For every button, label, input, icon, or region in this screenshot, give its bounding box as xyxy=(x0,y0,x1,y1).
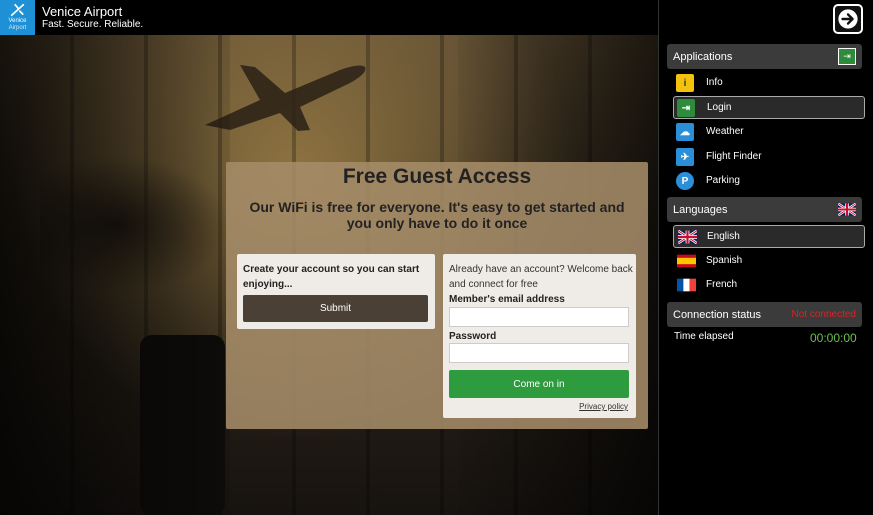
email-field[interactable] xyxy=(449,307,629,327)
brand-tagline: Fast. Secure. Reliable. xyxy=(42,19,144,30)
come-on-in-button[interactable]: Come on in xyxy=(449,370,629,398)
logo-text-airport: Airport xyxy=(8,25,27,31)
applications-header: Applications ⇥ xyxy=(667,44,862,69)
uk-flag-icon xyxy=(838,203,856,216)
language-label: Spanish xyxy=(706,255,743,266)
language-label: French xyxy=(706,279,738,290)
languages-header: Languages xyxy=(667,197,862,222)
arrow-right-icon xyxy=(838,9,858,29)
sidebar-item-flight-finder[interactable]: ✈ Flight Finder xyxy=(673,146,865,169)
connection-status-header: Connection status Not connected xyxy=(667,302,862,327)
plane-icon: ✈ xyxy=(676,148,694,166)
sidebar-item-parking[interactable]: P Parking xyxy=(673,170,865,193)
plane-icon xyxy=(10,3,25,17)
languages-label: Languages xyxy=(673,204,728,216)
email-label: Member's email address xyxy=(449,294,565,305)
sidebar-item-info[interactable]: i Info xyxy=(673,72,865,95)
brand-title: Venice Airport xyxy=(42,4,123,19)
create-account-text: Create your account so you can start enj… xyxy=(243,264,420,290)
next-arrow-button[interactable] xyxy=(833,4,863,34)
already-account-text: Already have an account? Welcome back an… xyxy=(449,264,633,290)
privacy-policy-link[interactable]: Privacy policy xyxy=(579,402,628,411)
page-subtitle: Our WiFi is free for everyone. It's easy… xyxy=(249,199,625,231)
create-account-card: Create your account so you can start enj… xyxy=(237,254,435,329)
submit-button[interactable]: Submit xyxy=(243,295,428,322)
language-spanish[interactable]: Spanish xyxy=(673,250,865,273)
sidebar: Applications ⇥ i Info ⇥ Login ☁ Weather … xyxy=(658,0,873,515)
language-english[interactable]: English xyxy=(673,225,865,248)
language-label: English xyxy=(707,231,740,242)
sidebar-item-label: Login xyxy=(707,102,732,113)
sidebar-item-label: Info xyxy=(706,77,723,88)
airport-logo: Venice Airport xyxy=(0,0,35,35)
info-icon: i xyxy=(676,74,694,92)
top-header: Venice Airport Venice Airport Fast. Secu… xyxy=(0,0,658,35)
language-french[interactable]: French xyxy=(673,274,865,297)
member-login-card: Already have an account? Welcome back an… xyxy=(443,254,636,418)
sidebar-item-label: Weather xyxy=(706,126,744,137)
spain-flag-icon xyxy=(677,254,696,268)
logo-text-venice: Venice xyxy=(8,18,27,24)
applications-label: Applications xyxy=(673,51,733,63)
parking-icon: P xyxy=(676,172,694,190)
connection-status-label: Connection status xyxy=(673,309,762,321)
sidebar-item-weather[interactable]: ☁ Weather xyxy=(673,121,865,144)
sidebar-item-login[interactable]: ⇥ Login xyxy=(673,96,865,119)
time-elapsed-label: Time elapsed xyxy=(674,331,734,342)
uk-flag-icon xyxy=(678,230,697,244)
france-flag-icon xyxy=(677,278,696,292)
password-label: Password xyxy=(449,331,497,342)
password-field[interactable] xyxy=(449,343,629,363)
page-title: Free Guest Access xyxy=(342,165,532,188)
sidebar-item-label: Flight Finder xyxy=(706,151,762,162)
cloud-icon: ☁ xyxy=(676,123,694,141)
connection-status-value: Not connected xyxy=(791,309,857,320)
login-icon[interactable]: ⇥ xyxy=(838,48,856,65)
time-elapsed-value: 00:00:00 xyxy=(810,331,857,345)
sidebar-item-label: Parking xyxy=(706,175,740,186)
login-icon: ⇥ xyxy=(677,99,695,117)
guest-access-panel: Free Guest Access Our WiFi is free for e… xyxy=(226,162,648,429)
